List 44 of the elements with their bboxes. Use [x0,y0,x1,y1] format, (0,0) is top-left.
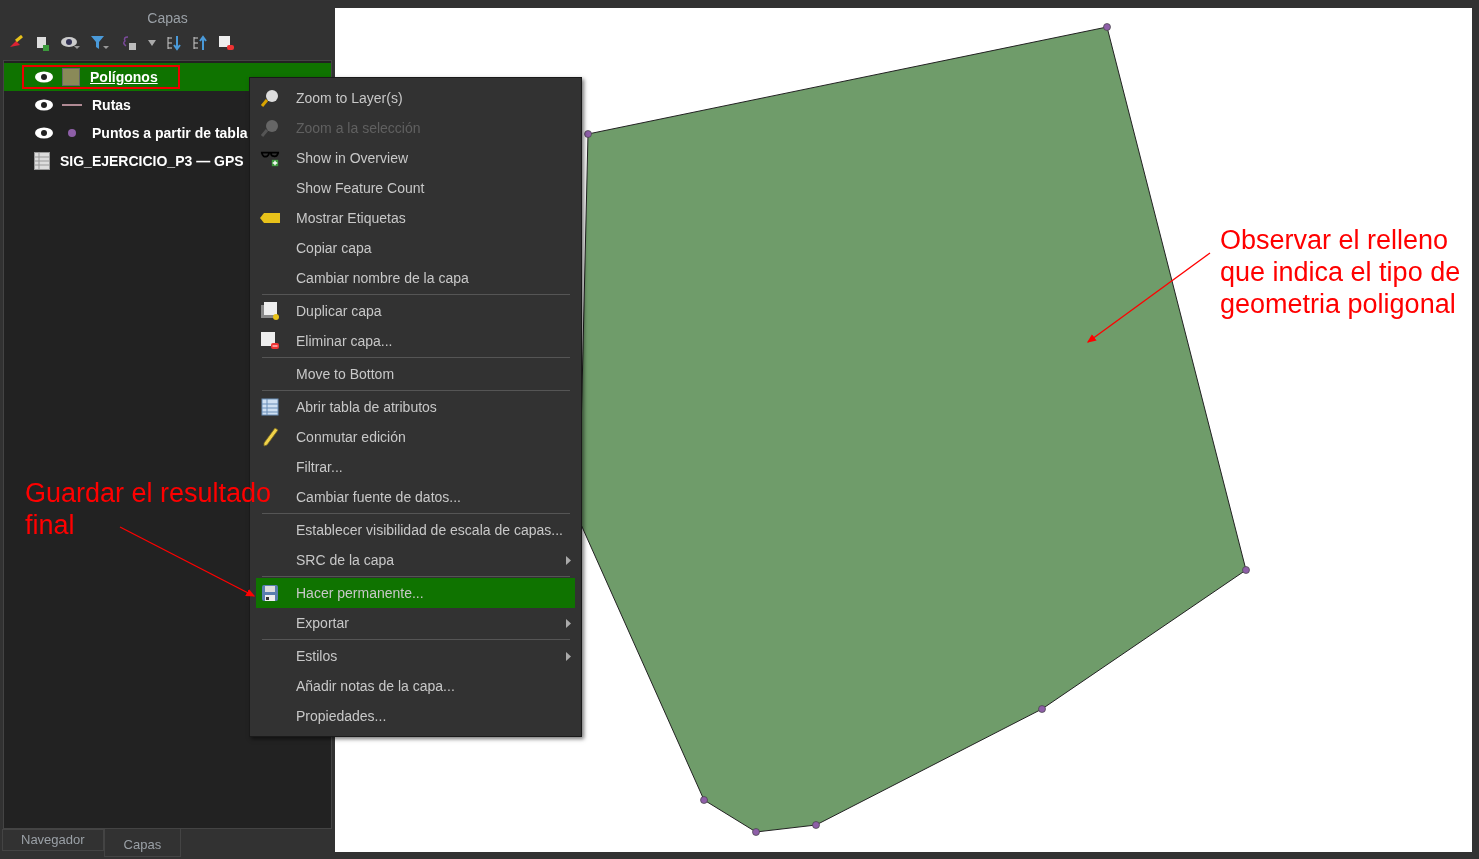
eye-icon[interactable] [34,98,54,112]
duplicate-icon [260,301,280,321]
layer-name: Polígonos [89,69,159,85]
expression-icon[interactable] [120,35,138,51]
add-group-icon[interactable] [34,35,50,51]
menu-item[interactable]: Move to Bottom [256,359,575,389]
expand-all-icon[interactable] [166,35,182,51]
panel-tab[interactable]: Navegador [2,829,104,851]
zoom-icon [260,118,280,138]
menu-item[interactable]: Estilos [256,641,575,671]
eye-icon[interactable] [60,36,80,50]
remove-layer-icon [260,331,280,351]
menu-item[interactable]: Copiar capa [256,233,575,263]
panel-tab[interactable]: Capas [103,829,182,857]
menu-item[interactable]: Exportar [256,608,575,638]
menu-item[interactable]: SRC de la capa [256,545,575,575]
menu-item[interactable]: Propiedades... [256,701,575,731]
filter-icon[interactable] [90,35,110,51]
layer-name: Puntos a partir de tabla [91,125,249,141]
menu-item[interactable]: Show in Overview [256,143,575,173]
menu-item[interactable]: Cambiar nombre de la capa [256,263,575,293]
menu-item[interactable]: Conmutar edición [256,422,575,452]
panel-title: Capas [147,9,188,28]
menu-item[interactable]: Duplicar capa [256,296,575,326]
pencil-icon [261,427,279,447]
table-icon [261,398,279,416]
save-icon [261,584,279,602]
menu-item[interactable]: Mostrar Etiquetas [256,203,575,233]
eye-icon[interactable] [34,126,54,140]
collapse-all-icon[interactable] [192,35,208,51]
layer-name: SIG_EJERCICIO_P3 — GPS [59,153,245,169]
menu-item[interactable]: Añadir notas de la capa... [256,671,575,701]
menu-item[interactable]: Show Feature Count [256,173,575,203]
menu-item[interactable]: Hacer permanente... [256,578,575,608]
label-icon [260,212,280,224]
annotation-text: Observar el relleno que indica el tipo de geometria poligonal [1220,224,1462,320]
menu-item[interactable]: Abrir tabla de atributos [256,392,575,422]
layer-name: Rutas [91,97,132,113]
menu-item[interactable]: Eliminar capa... [256,326,575,356]
zoom-icon [260,88,280,108]
remove-layer-icon[interactable] [218,35,234,51]
table-icon [34,152,50,170]
dropdown-icon[interactable] [148,40,156,46]
eye-icon[interactable] [34,70,54,84]
